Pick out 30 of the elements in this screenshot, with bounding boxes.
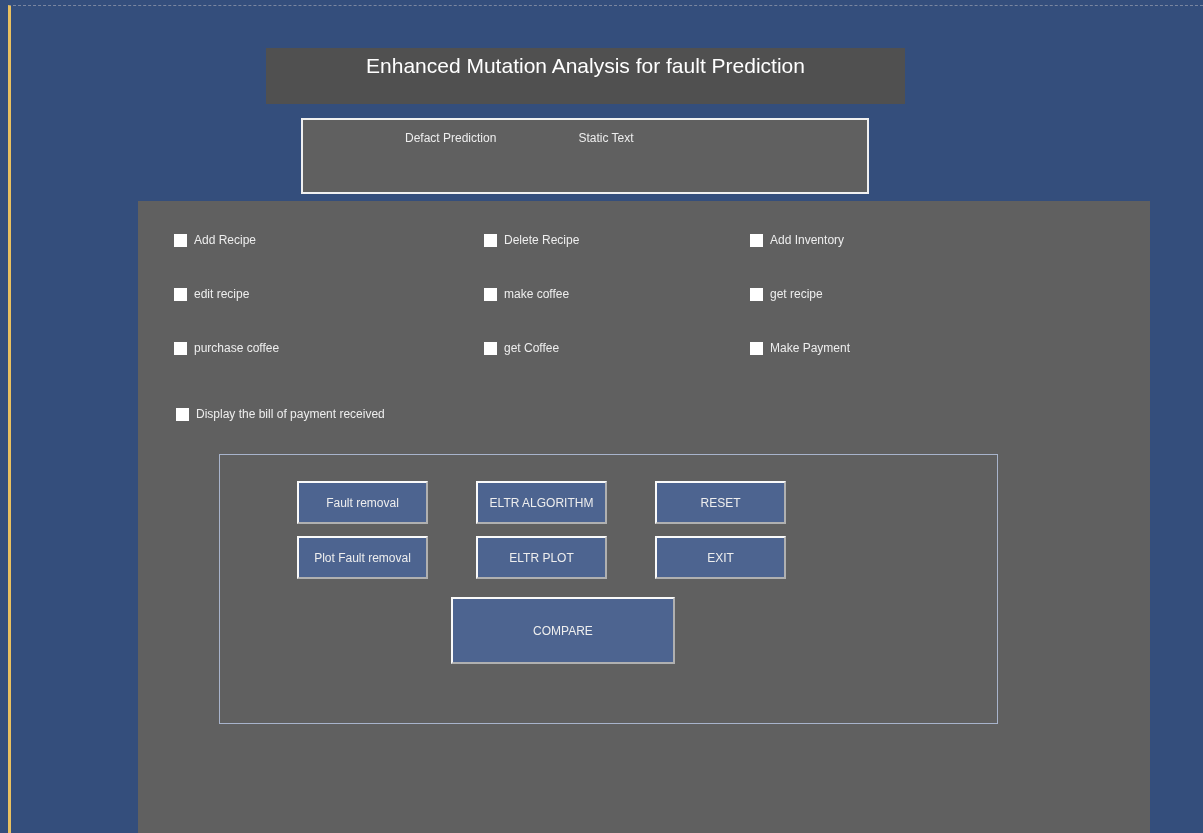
checkbox[interactable] bbox=[750, 341, 763, 355]
checkbox[interactable] bbox=[484, 287, 497, 301]
checkbox[interactable] bbox=[174, 341, 187, 355]
checkbox[interactable] bbox=[484, 341, 497, 355]
checkbox-label: get recipe bbox=[770, 287, 823, 301]
checkbox[interactable] bbox=[750, 233, 763, 247]
checkbox[interactable] bbox=[174, 287, 187, 301]
checkbox-label: edit recipe bbox=[194, 287, 250, 301]
checkbox[interactable] bbox=[750, 287, 763, 301]
action-button[interactable]: EXIT bbox=[655, 536, 786, 579]
action-button[interactable]: RESET bbox=[655, 481, 786, 524]
action-button[interactable]: ELTR ALGORITHM bbox=[476, 481, 607, 524]
checkbox-label: Make Payment bbox=[770, 341, 851, 355]
static-text: Defact Prediction bbox=[405, 131, 497, 145]
action-button[interactable]: Plot Fault removal bbox=[297, 536, 428, 579]
title-bar: Enhanced Mutation Analysis for fault Prediction bbox=[266, 48, 905, 104]
checkbox-label: make coffee bbox=[504, 287, 570, 301]
action-button[interactable]: Fault removal bbox=[297, 481, 428, 524]
checkbox-label: Add Recipe bbox=[194, 233, 257, 247]
action-button[interactable]: ELTR PLOT bbox=[476, 536, 607, 579]
compare-button[interactable]: COMPARE bbox=[451, 597, 675, 664]
checkbox-label: Display the bill of payment received bbox=[196, 407, 385, 421]
checkbox-label: Add Inventory bbox=[770, 233, 845, 247]
checkbox-label: get Coffee bbox=[504, 341, 560, 355]
checkbox[interactable] bbox=[174, 233, 187, 247]
checkbox[interactable] bbox=[484, 233, 497, 247]
static-text: Static Text bbox=[578, 131, 634, 145]
checkbox-label: Delete Recipe bbox=[504, 233, 580, 247]
checkbox[interactable] bbox=[176, 407, 189, 421]
checkbox-label: purchase coffee bbox=[194, 341, 280, 355]
